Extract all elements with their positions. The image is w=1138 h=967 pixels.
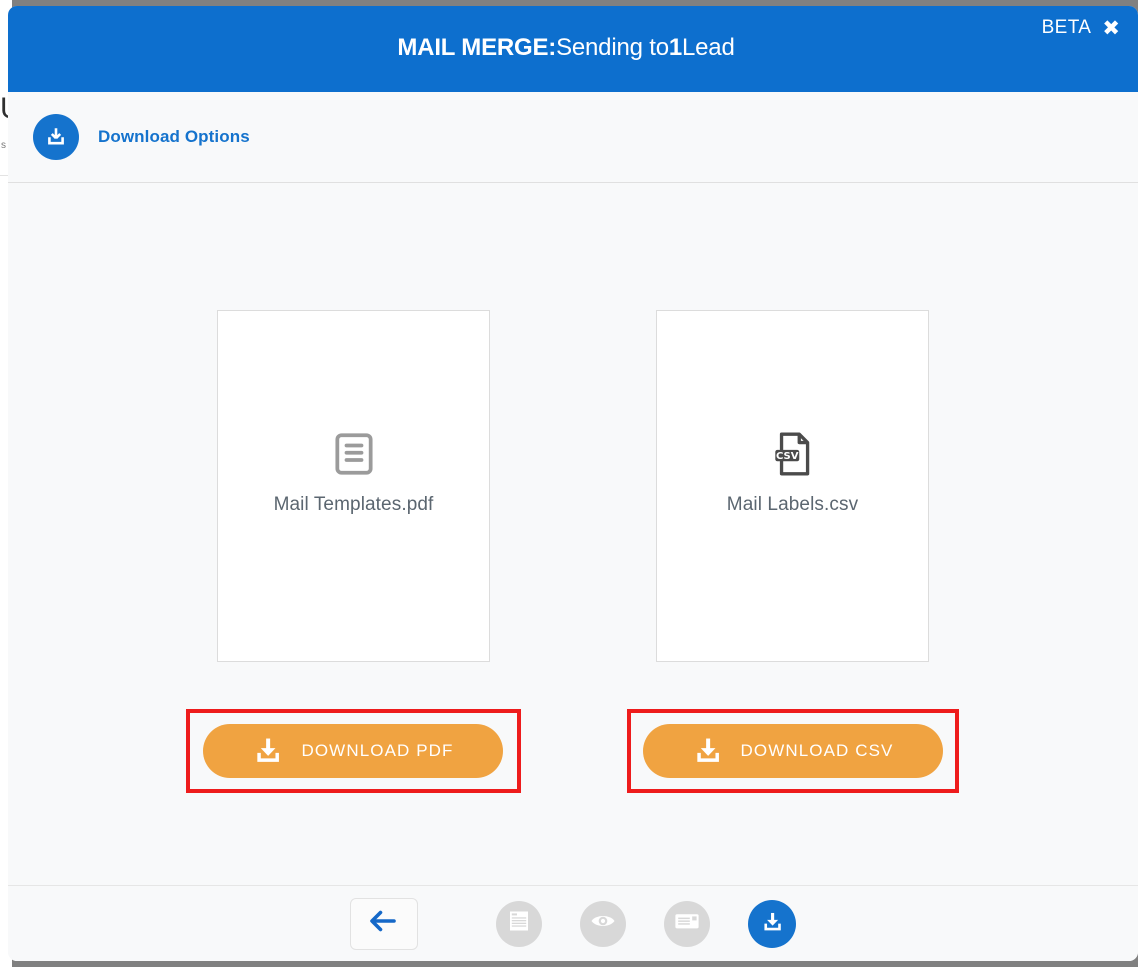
document-lines-icon [329,429,379,484]
download-circle-icon [33,114,79,160]
download-icon [760,909,785,939]
title-sending-to: Sending to [556,34,669,61]
wizard-step-toolbar [8,885,1138,961]
beta-badge: BETA [1041,17,1092,38]
preview-step-button[interactable] [580,900,626,947]
mail-merge-modal: MAIL MERGE:Sending to1Lead BETA ✖ Downlo… [8,6,1138,961]
modal-header: MAIL MERGE:Sending to1Lead BETA ✖ [8,6,1138,92]
title-lead-word: Lead [682,34,735,61]
csv-download-group: CSV Mail Labels.csv DOWNLOAD CSV [626,310,959,793]
download-csv-button[interactable]: DOWNLOAD CSV [642,724,943,778]
csv-file-icon: CSV [768,429,818,484]
title-lead-count: 1 [668,34,682,61]
page-title: MAIL MERGE:Sending to1Lead [397,34,734,62]
arrow-left-icon [367,908,401,939]
download-pdf-label: DOWNLOAD PDF [301,741,454,760]
title-prefix: MAIL MERGE: [397,34,557,61]
download-step-button[interactable] [748,899,796,948]
background-text-small: s [1,140,6,151]
template-step-button[interactable] [496,900,542,947]
csv-preview-card[interactable]: CSV Mail Labels.csv [656,310,929,662]
envelope-icon [673,910,701,937]
modal-body: Mail Templates.pdf DOWNLOAD PDF CSV Mail… [8,183,1138,885]
download-icon [252,734,284,769]
envelope-step-button[interactable] [664,900,710,947]
csv-file-name: Mail Labels.csv [726,494,859,515]
svg-text:CSV: CSV [776,451,799,462]
pdf-button-highlight: DOWNLOAD PDF [186,709,521,793]
section-title: Download Options [98,127,250,146]
download-options-section-header: Download Options [8,92,1138,183]
document-icon [506,908,532,939]
close-icon[interactable]: ✖ [1102,17,1120,39]
pdf-file-name: Mail Templates.pdf [273,494,434,515]
download-pdf-button[interactable]: DOWNLOAD PDF [203,724,503,778]
back-button[interactable] [350,897,418,950]
download-csv-label: DOWNLOAD CSV [740,741,894,760]
pdf-preview-card[interactable]: Mail Templates.pdf [217,310,490,662]
csv-button-highlight: DOWNLOAD CSV [626,709,959,793]
pdf-download-group: Mail Templates.pdf DOWNLOAD PDF [186,310,521,793]
download-cards-row: Mail Templates.pdf DOWNLOAD PDF CSV Mail… [8,183,1138,793]
download-icon [692,734,724,769]
header-right-group: BETA ✖ [1042,17,1120,39]
eye-icon [589,910,617,937]
